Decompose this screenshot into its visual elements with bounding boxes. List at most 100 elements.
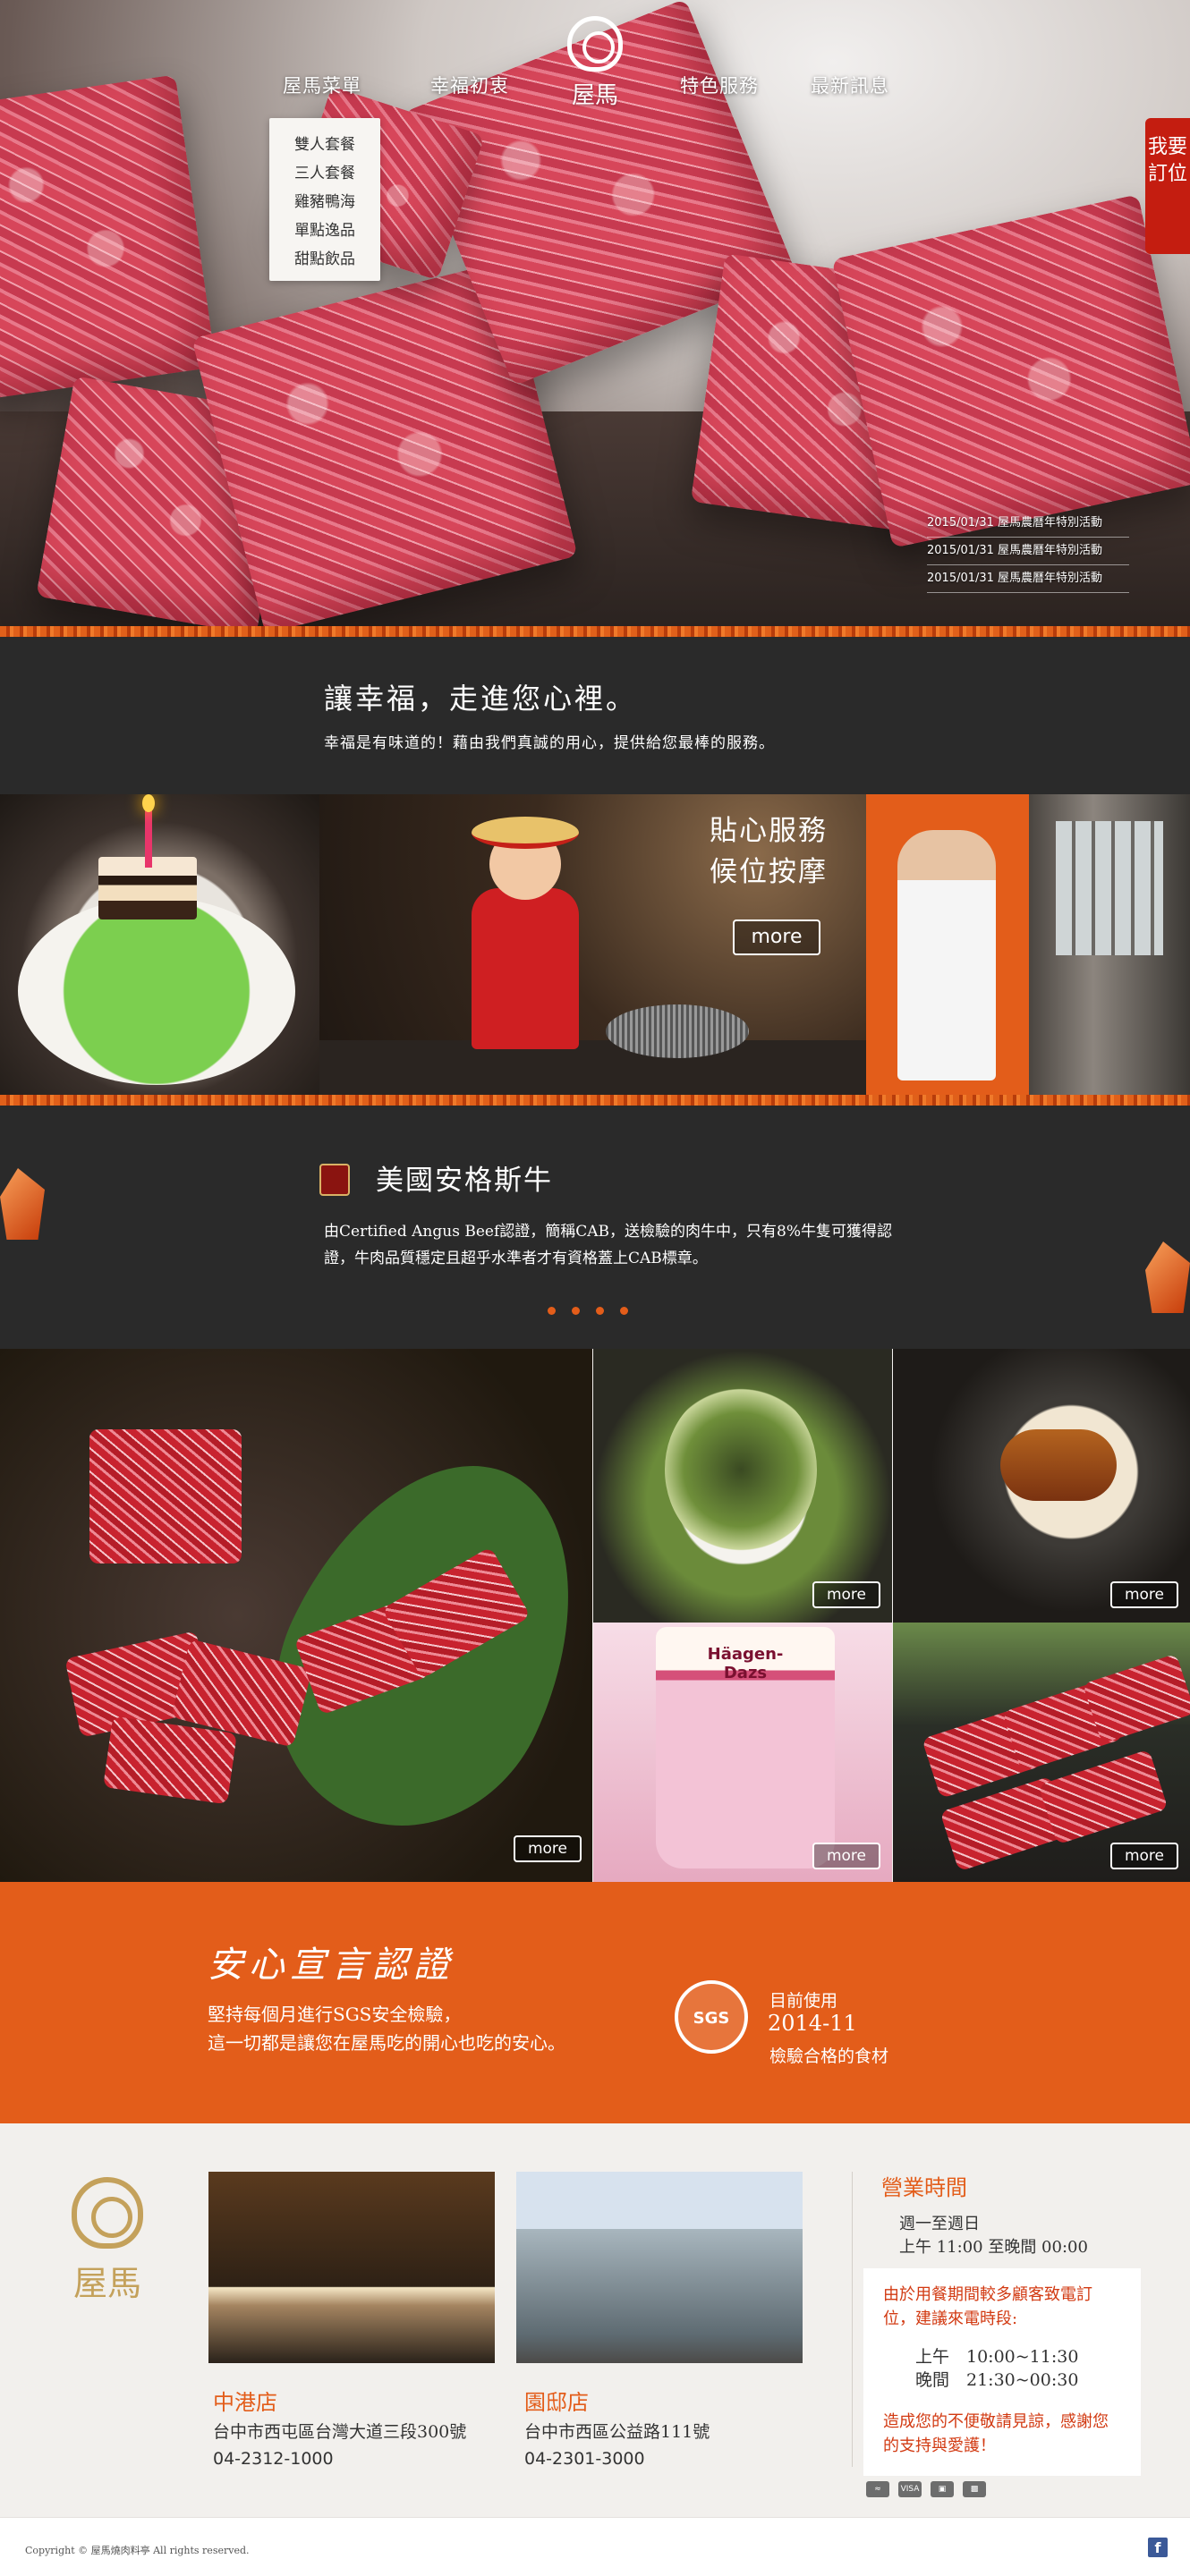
cab-badge-icon bbox=[319, 1164, 350, 1196]
notice-text: 由於用餐期間較多顧客致電訂位，建議來電時段: bbox=[883, 2285, 1092, 2328]
menu-dropdown: 雙人套餐 三人套餐 雞豬鴨海 單點逸品 甜點飲品 bbox=[269, 118, 380, 281]
car-icon: ▩ bbox=[963, 2481, 986, 2497]
service-title-line2: 候位按摩 bbox=[710, 856, 828, 888]
straw-hat-shape bbox=[472, 817, 579, 849]
ember-divider bbox=[0, 1095, 1190, 1106]
news-list: 2015/01/31 屋馬農曆年特別活動 2015/01/31 屋馬農曆年特別活… bbox=[927, 510, 1129, 593]
wagyu-platter-photo: more bbox=[0, 1349, 592, 1882]
call-time-slot: 晚間 21:30~00:30 bbox=[915, 2370, 1079, 2390]
sgs-description: 檢驗合格的食材 bbox=[769, 2046, 889, 2066]
massage-photo bbox=[866, 794, 1029, 1095]
sgs-current-label: 目前使用 bbox=[769, 1991, 838, 2011]
masseur-shape bbox=[897, 830, 996, 1080]
call-time-slot: 上午 10:00~11:30 bbox=[915, 2347, 1079, 2367]
food-gallery: more more more Häagen-Dazs more more bbox=[0, 1349, 1190, 1882]
intro-title: 讓幸福，走進您心裡。 bbox=[324, 682, 638, 716]
reservation-notice: 由於用餐期間較多顧客致電訂位，建議來電時段: 上午 10:00~11:30 晚間… bbox=[863, 2268, 1141, 2476]
carousel-dot[interactable] bbox=[572, 1307, 580, 1315]
beef-slice-shape bbox=[103, 1716, 237, 1805]
sgs-line2: 這一切都是讓您在屋馬吃的開心也吃的安心。 bbox=[208, 2032, 565, 2054]
sgs-text: 堅持每個月進行SGS安全檢驗， 這一切都是讓您在屋馬吃的開心也吃的安心。 bbox=[208, 2000, 565, 2057]
hours-title: 營業時間 bbox=[881, 2175, 967, 2200]
hero-meat-cube bbox=[0, 74, 217, 400]
ember-stone-icon bbox=[1145, 1241, 1190, 1313]
beef-more-button[interactable]: more bbox=[514, 1835, 582, 1862]
dishes-more-button[interactable]: more bbox=[1110, 1581, 1178, 1608]
slices-more-button[interactable]: more bbox=[1110, 1843, 1178, 1869]
service-title-line1: 貼心服務 bbox=[710, 815, 828, 847]
store-yuandi-photo[interactable] bbox=[516, 2172, 803, 2363]
store-phone[interactable]: 04-2312-1000 bbox=[213, 2449, 334, 2469]
service-title: 貼心服務 候位按摩 bbox=[710, 810, 828, 893]
grilled-dishes-photo: more bbox=[893, 1349, 1190, 1623]
site-logo[interactable]: 屋馬 bbox=[562, 16, 628, 114]
sgs-title: 安心宣言認證 bbox=[208, 1945, 455, 1986]
beef-slice-shape bbox=[1082, 1653, 1190, 1744]
footer-bar: Copyright © 屋馬燒肉料亭 All rights reserved. … bbox=[0, 2517, 1190, 2576]
sgs-line1: 堅持每個月進行SGS安全檢驗， bbox=[208, 2004, 462, 2025]
reserve-button[interactable]: 我要訂位 bbox=[1145, 118, 1190, 254]
ice-cream-brand: Häagen-Dazs bbox=[707, 1645, 784, 1682]
grilled-fish-shape bbox=[1000, 1429, 1117, 1501]
sgs-seal-text: SGS bbox=[693, 2009, 730, 2028]
flame-shape bbox=[142, 794, 155, 812]
chef-grilling-photo: 貼心服務 候位按摩 more bbox=[319, 794, 866, 1095]
intro-section: 讓幸福，走進您心裡。 幸福是有味道的！藉由我們真誠的用心，提供給您最棒的服務。 bbox=[0, 637, 1190, 794]
beef-slices-photo: more bbox=[893, 1623, 1190, 1882]
ember-divider bbox=[0, 626, 1190, 637]
intro-subtitle: 幸福是有味道的！藉由我們真誠的用心，提供給您最棒的服務。 bbox=[324, 734, 775, 752]
plate-shape bbox=[18, 897, 295, 1085]
beef-cube-shape bbox=[89, 1429, 242, 1563]
carousel-dot[interactable] bbox=[620, 1307, 628, 1315]
angus-title: 美國安格斯牛 bbox=[376, 1165, 553, 1197]
store-address: 台中市西屯區台灣大道三段300號 bbox=[213, 2422, 467, 2442]
dropdown-item-couple-set[interactable]: 雙人套餐 bbox=[269, 131, 380, 159]
dessert-more-button[interactable]: more bbox=[812, 1843, 880, 1869]
store-name[interactable]: 中港店 bbox=[213, 2385, 277, 2416]
sgs-section: 安心宣言認證 堅持每個月進行SGS安全檢驗， 這一切都是讓您在屋馬吃的開心也吃的… bbox=[0, 1882, 1190, 2123]
logo-mark-icon bbox=[567, 16, 623, 72]
sgs-date: 2014-11 bbox=[768, 2011, 857, 2036]
notice-apology: 造成您的不便敬請見諒，感謝您的支持與愛護！ bbox=[883, 2412, 1109, 2455]
grill-shape bbox=[606, 1004, 749, 1058]
nav-origin[interactable]: 幸福初衷 bbox=[430, 72, 509, 98]
facebook-icon[interactable]: f bbox=[1148, 2538, 1168, 2557]
candle-shape bbox=[145, 805, 152, 868]
carousel-dot[interactable] bbox=[548, 1307, 556, 1315]
nav-services[interactable]: 特色服務 bbox=[680, 72, 759, 98]
salad-more-button[interactable]: more bbox=[812, 1581, 880, 1608]
news-item[interactable]: 2015/01/31 屋馬農曆年特別活動 bbox=[927, 565, 1129, 593]
chef-body-shape bbox=[472, 888, 579, 1049]
store-zhonggang-photo[interactable] bbox=[208, 2172, 495, 2363]
nav-news[interactable]: 最新訊息 bbox=[811, 72, 889, 98]
service-more-button[interactable]: more bbox=[733, 919, 820, 955]
ice-cream-photo: Häagen-Dazs more bbox=[593, 1623, 892, 1882]
news-item[interactable]: 2015/01/31 屋馬農曆年特別活動 bbox=[927, 510, 1129, 538]
dropdown-item-desserts[interactable]: 甜點飲品 bbox=[269, 245, 380, 274]
beef-slice-shape bbox=[1038, 1749, 1169, 1845]
dropdown-item-trio-set[interactable]: 三人套餐 bbox=[269, 159, 380, 188]
angus-text: 由Certified Angus Beef認證，簡稱CAB，送檢驗的肉牛中，只有… bbox=[324, 1223, 892, 1267]
news-item[interactable]: 2015/01/31 屋馬農曆年特別活動 bbox=[927, 538, 1129, 565]
interior-photo bbox=[1029, 794, 1190, 1095]
divider bbox=[852, 2172, 853, 2467]
store-name[interactable]: 園邸店 bbox=[524, 2385, 589, 2416]
salad-photo: more bbox=[593, 1349, 892, 1623]
footer-logo: 屋馬 bbox=[54, 2177, 161, 2311]
dropdown-item-a-la-carte[interactable]: 單點逸品 bbox=[269, 216, 380, 245]
birthday-cake-photo bbox=[0, 794, 319, 1095]
table-shape bbox=[319, 1040, 866, 1095]
sgs-seal-icon: SGS bbox=[675, 1980, 748, 2054]
dropdown-item-meats-seafood[interactable]: 雞豬鴨海 bbox=[269, 188, 380, 216]
hero-meat-cube bbox=[831, 194, 1190, 548]
hours-time: 上午 11:00 至晚間 00:00 bbox=[899, 2238, 1088, 2257]
nav-menu[interactable]: 屋馬菜單 bbox=[283, 72, 361, 98]
store-info-section: 屋馬 中港店 台中市西屯區台灣大道三段300號 04-2312-1000 園邸店… bbox=[0, 2123, 1190, 2517]
carousel-dot[interactable] bbox=[596, 1307, 604, 1315]
amenity-icons: ≈ VISA ▣ ▩ bbox=[866, 2481, 986, 2503]
salad-greens-shape bbox=[665, 1385, 817, 1555]
store-phone[interactable]: 04-2301-3000 bbox=[524, 2449, 645, 2469]
service-photo-strip: 貼心服務 候位按摩 more bbox=[0, 794, 1190, 1095]
card-icon: ▣ bbox=[931, 2481, 954, 2497]
copyright: Copyright © 屋馬燒肉料亭 All rights reserved. bbox=[25, 2545, 250, 2556]
